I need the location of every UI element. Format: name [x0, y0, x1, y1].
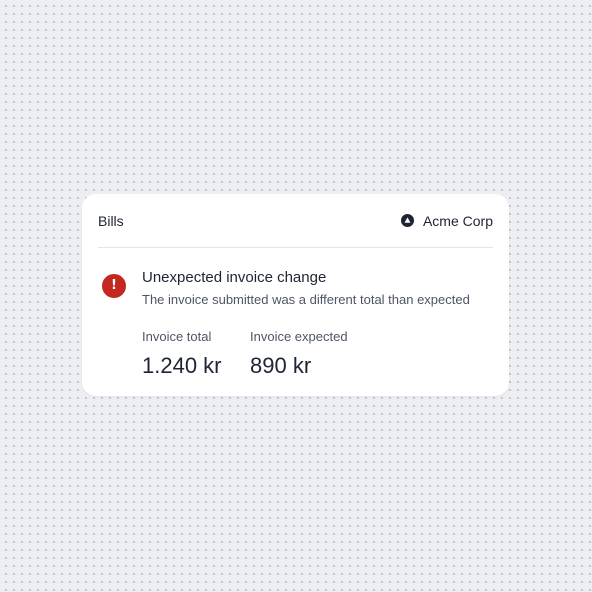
invoice-expected-metric: Invoice expected 890 kr	[250, 329, 348, 379]
invoice-alert-card: Bills Acme Corp ! Unexpected invoice cha…	[82, 194, 509, 396]
invoice-expected-label: Invoice expected	[250, 329, 348, 344]
organization-icon	[400, 214, 414, 227]
alert-title: Unexpected invoice change	[142, 269, 327, 286]
invoice-total-metric: Invoice total 1.240 kr	[142, 329, 222, 379]
alert-description: The invoice submitted was a different to…	[142, 292, 470, 307]
card-header: Bills Acme Corp	[98, 194, 493, 248]
invoice-expected-value: 890 kr	[250, 353, 312, 378]
organization-name: Acme Corp	[422, 212, 493, 229]
exclamation-icon: !	[102, 274, 126, 298]
section-title: Bills	[98, 212, 124, 229]
invoice-total-label: Invoice total	[142, 329, 212, 344]
invoice-total-value: 1.240 kr	[142, 353, 222, 378]
organization-switcher[interactable]: Acme Corp	[400, 212, 493, 229]
